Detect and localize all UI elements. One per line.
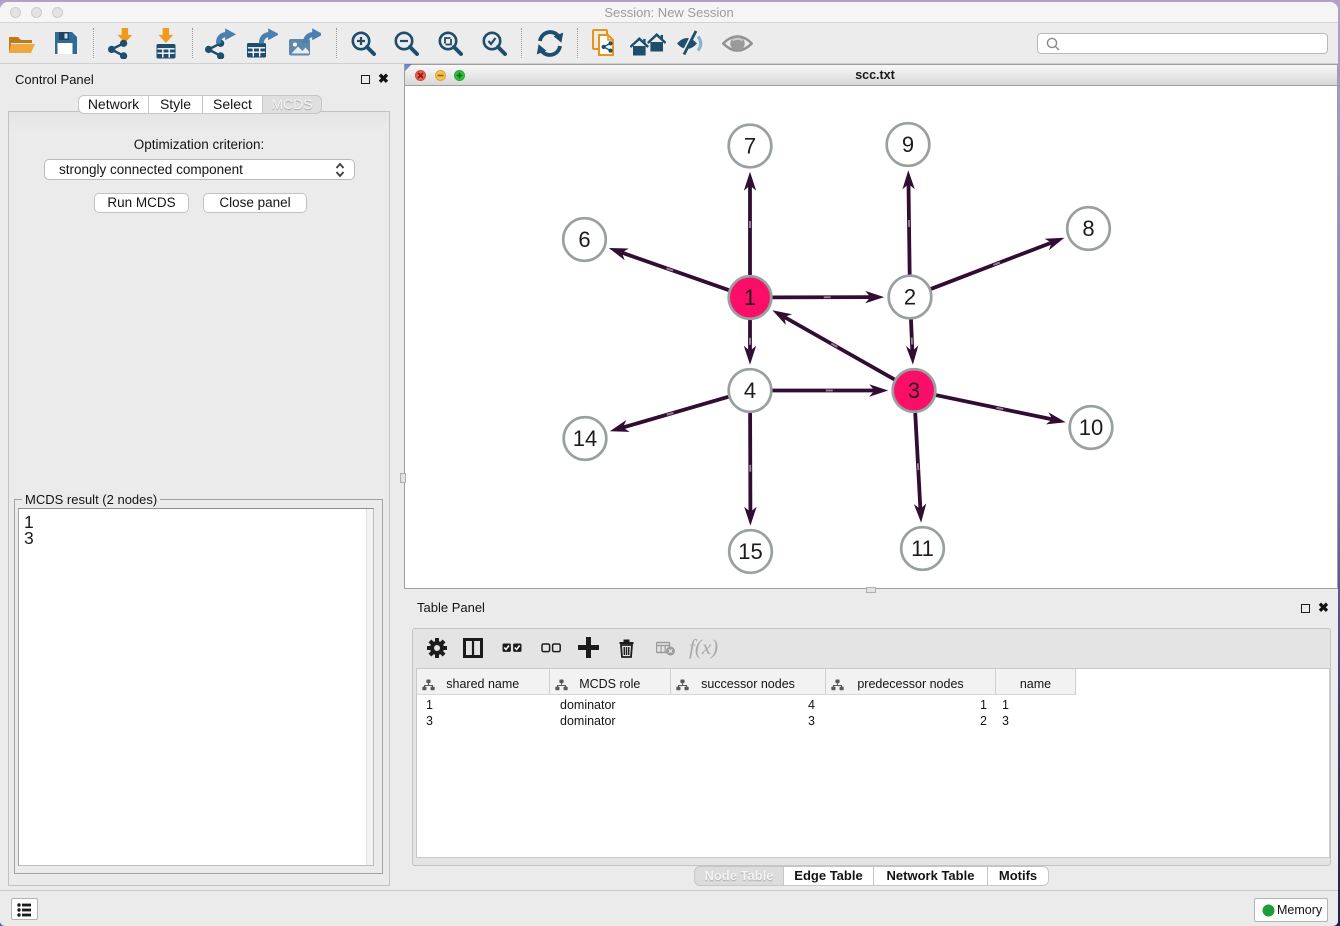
svg-text:1: 1 bbox=[744, 285, 756, 310]
svg-text:2: 2 bbox=[904, 285, 916, 310]
svg-text:3: 3 bbox=[908, 378, 920, 403]
svg-text:4: 4 bbox=[744, 378, 756, 403]
svg-text:14: 14 bbox=[573, 426, 597, 451]
svg-text:10: 10 bbox=[1079, 415, 1103, 440]
svg-text:6: 6 bbox=[578, 227, 590, 252]
svg-text:11: 11 bbox=[911, 536, 934, 561]
svg-text:8: 8 bbox=[1082, 216, 1094, 241]
svg-text:7: 7 bbox=[744, 134, 756, 159]
svg-text:9: 9 bbox=[902, 132, 914, 157]
svg-text:15: 15 bbox=[738, 539, 762, 564]
